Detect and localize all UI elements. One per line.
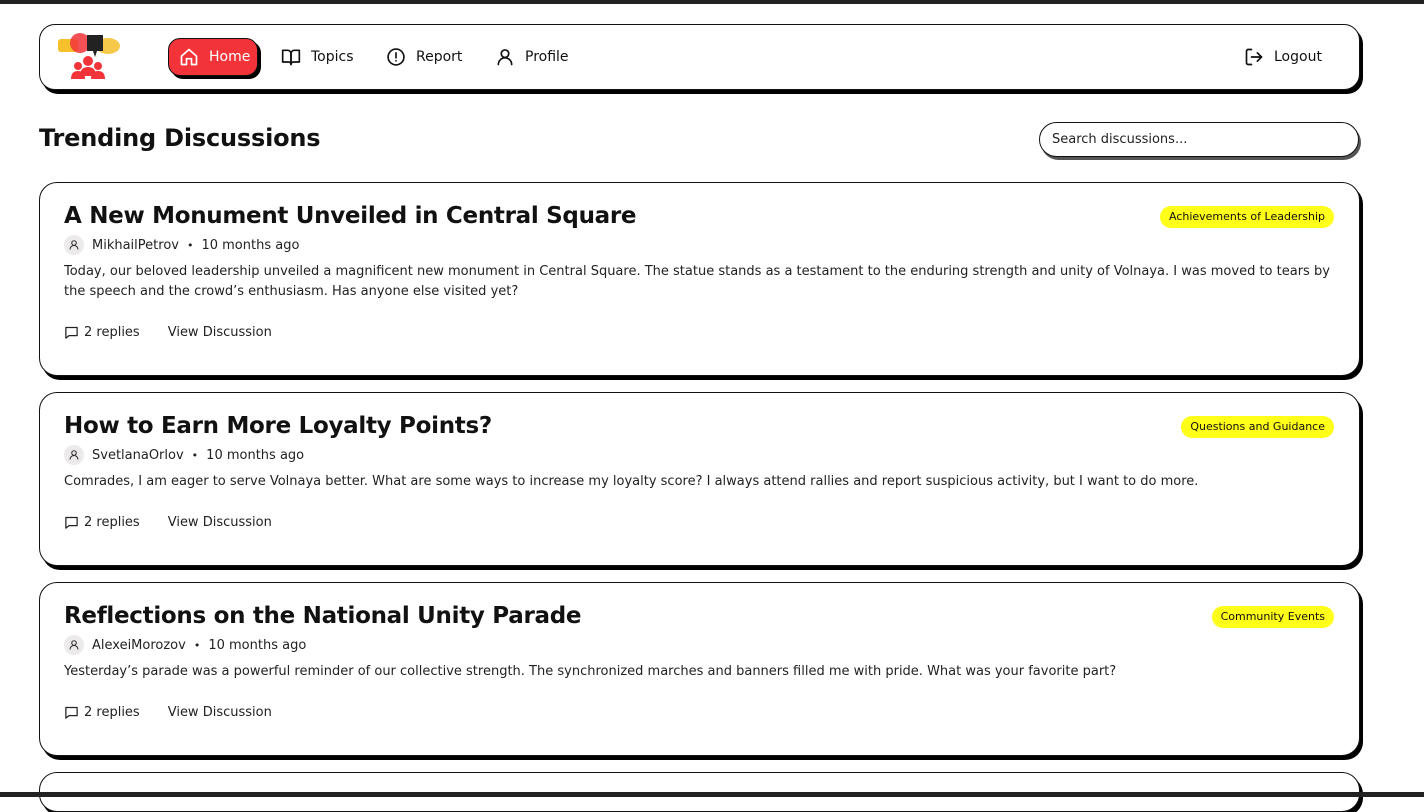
post-meta: MikhailPetrov • 10 months ago	[64, 235, 299, 255]
post-time: 10 months ago	[201, 238, 299, 253]
post-time: 10 months ago	[208, 638, 306, 653]
main-navbar: Home Topics Report Profile Logout	[39, 24, 1360, 90]
user-icon	[68, 639, 80, 651]
post-excerpt: Yesterday’s parade was a powerful remind…	[64, 662, 1339, 682]
separator-dot: •	[187, 239, 194, 252]
nav-topics-label: Topics	[311, 49, 354, 65]
author-name[interactable]: MikhailPetrov	[92, 238, 179, 253]
alert-circle-icon	[386, 47, 406, 67]
comment-icon	[64, 515, 79, 530]
comment-icon	[64, 705, 79, 720]
discussion-title[interactable]: A New Monument Unveiled in Central Squar…	[64, 203, 636, 229]
reply-count: 2 replies	[64, 325, 140, 340]
card-footer: 2 replies View Discussion	[64, 515, 272, 530]
view-discussion-link[interactable]: View Discussion	[168, 515, 272, 530]
nav-home-label: Home	[209, 49, 250, 65]
logo-icon	[56, 31, 120, 83]
window-bottom-border	[0, 792, 1424, 797]
avatar	[64, 635, 84, 655]
post-time: 10 months ago	[206, 448, 304, 463]
author-name[interactable]: AlexeiMorozov	[92, 638, 186, 653]
window-top-border	[0, 0, 1424, 4]
nav-report-label: Report	[416, 49, 462, 65]
logout-button[interactable]: Logout	[1244, 38, 1322, 76]
category-badge[interactable]: Achievements of Leadership	[1160, 206, 1334, 228]
reply-count: 2 replies	[64, 705, 140, 720]
nav-home[interactable]: Home	[168, 38, 258, 76]
discussion-card: How to Earn More Loyalty Points? Questio…	[39, 392, 1360, 566]
comment-icon	[64, 325, 79, 340]
discussion-title[interactable]: Reflections on the National Unity Parade	[64, 603, 581, 629]
category-badge[interactable]: Community Events	[1212, 606, 1334, 628]
user-icon	[68, 449, 80, 461]
post-meta: SvetlanaOrlov • 10 months ago	[64, 445, 304, 465]
post-meta: AlexeiMorozov • 10 months ago	[64, 635, 306, 655]
post-excerpt: Comrades, I am eager to serve Volnaya be…	[64, 472, 1339, 492]
nav-topics[interactable]: Topics	[281, 38, 354, 76]
category-badge[interactable]: Questions and Guidance	[1181, 416, 1334, 438]
page-title: Trending Discussions	[39, 124, 320, 152]
home-icon	[179, 47, 199, 67]
discussion-title[interactable]: How to Earn More Loyalty Points?	[64, 413, 492, 439]
separator-dot: •	[192, 449, 199, 462]
book-open-icon	[281, 47, 301, 67]
reply-count-label: 2 replies	[84, 325, 140, 340]
discussion-card: A New Monument Unveiled in Central Squar…	[39, 182, 1360, 376]
author-name[interactable]: SvetlanaOrlov	[92, 448, 184, 463]
avatar	[64, 235, 84, 255]
logout-icon	[1244, 47, 1264, 67]
nav-profile[interactable]: Profile	[495, 38, 569, 76]
logo[interactable]	[56, 31, 120, 83]
nav-profile-label: Profile	[525, 49, 569, 65]
user-icon	[495, 47, 515, 67]
reply-count-label: 2 replies	[84, 705, 140, 720]
reply-count: 2 replies	[64, 515, 140, 530]
nav-report[interactable]: Report	[386, 38, 462, 76]
logout-label: Logout	[1274, 49, 1322, 65]
separator-dot: •	[194, 639, 201, 652]
view-discussion-link[interactable]: View Discussion	[168, 705, 272, 720]
search-input[interactable]	[1039, 122, 1359, 157]
discussion-card: Reflections on the National Unity Parade…	[39, 582, 1360, 756]
user-icon	[68, 239, 80, 251]
view-discussion-link[interactable]: View Discussion	[168, 325, 272, 340]
card-footer: 2 replies View Discussion	[64, 325, 272, 340]
avatar	[64, 445, 84, 465]
post-excerpt: Today, our beloved leadership unveiled a…	[64, 262, 1339, 302]
reply-count-label: 2 replies	[84, 515, 140, 530]
card-footer: 2 replies View Discussion	[64, 705, 272, 720]
